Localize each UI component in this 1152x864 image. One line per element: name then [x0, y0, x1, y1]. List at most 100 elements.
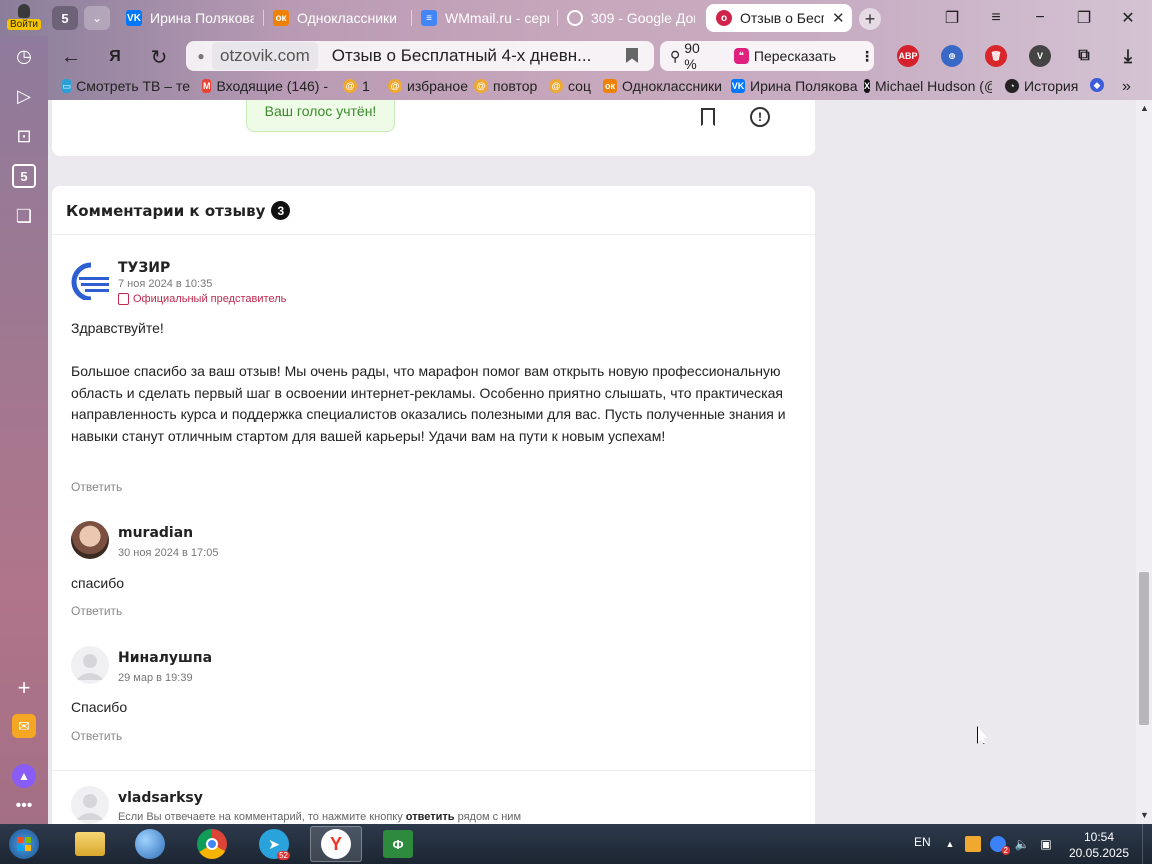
bookmark-folder-1[interactable]: @1 [343, 78, 370, 94]
minimize-icon[interactable]: − [1028, 6, 1052, 30]
more-icon[interactable]: ••• [12, 794, 36, 818]
collections-icon[interactable]: ❏ [12, 204, 36, 228]
doc-icon: ≡ [421, 10, 437, 26]
new-comment-block: vladsarksy Если Вы отвечаете на коммента… [71, 786, 811, 824]
clock[interactable]: 10:54 20.05.2025 [1066, 829, 1132, 861]
tabs-dropdown-chevron-icon[interactable]: ⌄ [84, 6, 110, 30]
user-avatar [71, 521, 109, 559]
globe-taskbar-button[interactable] [124, 826, 176, 862]
language-indicator[interactable]: EN [914, 835, 931, 849]
scrollbar-thumb[interactable] [1139, 572, 1149, 725]
explorer-taskbar-button[interactable] [64, 826, 116, 862]
address-bar[interactable]: ● otzovik.com Отзыв о Бесплатный 4-х дне… [186, 41, 654, 71]
bookmark-gmail[interactable]: M Входящие (146) - [202, 78, 328, 94]
start-button[interactable] [2, 826, 46, 862]
tab-otzovik[interactable]: o Отзыв о Беспл ✕ [706, 4, 852, 32]
show-desktop-button[interactable] [1142, 824, 1152, 864]
divider [52, 234, 815, 235]
login-button[interactable]: Войти [6, 4, 42, 34]
tab-counter[interactable]: 5 [52, 6, 78, 30]
reply-link[interactable]: Ответить [71, 480, 122, 494]
divider [52, 770, 815, 771]
close-tab-icon[interactable]: ✕ [832, 9, 845, 27]
bookmark-vk[interactable]: VK Ирина Полякова [731, 78, 858, 94]
volume-icon[interactable]: 🔈 [1014, 836, 1030, 852]
chrome-taskbar-button[interactable] [186, 826, 238, 862]
retell-button[interactable]: Пересказать [754, 48, 836, 64]
app-taskbar-button[interactable]: Ф [372, 826, 424, 862]
yandex-browser-taskbar-button[interactable]: Y [310, 826, 362, 862]
vpn-shield-icon[interactable]: V [1029, 45, 1051, 67]
yandex-icon[interactable]: Я [102, 44, 128, 70]
tab-label: 309 - Google Док [591, 10, 695, 26]
lock-icon: ● [197, 49, 205, 63]
collections-window-icon[interactable]: ❐ [940, 6, 964, 30]
download-icon[interactable]: ⤓ [1117, 45, 1139, 67]
windows-logo-icon [9, 829, 39, 859]
default-avatar-icon [71, 646, 109, 684]
bookmark-ok[interactable]: ок Одноклассники [603, 78, 722, 94]
folder-icon: @ [474, 79, 488, 93]
tab-label: Отзыв о Беспл [740, 10, 824, 26]
back-icon[interactable]: ← [58, 44, 84, 70]
reload-icon[interactable]: ↻ [146, 44, 172, 70]
telegram-taskbar-button[interactable]: ➤ 52 [248, 826, 300, 862]
mail-icon[interactable]: ✉ [12, 714, 36, 738]
bookmark-folder-repeat[interactable]: @ повтор [474, 78, 537, 94]
add-icon[interactable]: + [12, 675, 36, 700]
tab-vk[interactable]: VK Ирина Полякова [126, 4, 254, 32]
play-icon[interactable]: ▷ [12, 84, 36, 108]
clock-date: 20.05.2025 [1068, 846, 1130, 860]
gmail-icon: M [202, 79, 212, 93]
camera-icon[interactable]: ⊡ [12, 124, 36, 148]
tab-google-docs[interactable]: 309 - Google Док [567, 4, 695, 32]
reply-link[interactable]: Ответить [71, 729, 122, 743]
adblock-icon[interactable]: ABP [897, 45, 919, 67]
tray-app-icon[interactable] [965, 836, 981, 852]
zoom-icon[interactable]: ⚲ [670, 48, 680, 65]
tv-icon: ▭ [62, 79, 72, 93]
comment-item: Ниналушпа 29 мар в 19:39 Спасибо Ответит… [71, 646, 811, 746]
bookmark-extra[interactable]: ◆ [1090, 78, 1104, 92]
folder-icon [75, 832, 105, 856]
sidebar: ◷ ▷ ⊡ 5 ❏ + ✉ ▲ ••• [0, 36, 48, 824]
bookmark-tv[interactable]: ▭ Смотреть ТВ – те [62, 78, 190, 94]
bookmarks-bar: ▭ Смотреть ТВ – те M Входящие (146) - @1 @… [56, 78, 1152, 98]
history-icon[interactable]: ◷ [12, 44, 36, 68]
menu-icon[interactable]: ≡ [984, 6, 1008, 30]
tray-badge: 2 [1001, 846, 1010, 855]
tab-ok[interactable]: ок Одноклассники [273, 4, 405, 32]
bookmark-x[interactable]: X Michael Hudson (@ [864, 78, 992, 94]
bookmarks-more-chevron-icon[interactable]: » [1122, 78, 1131, 96]
zoom-level[interactable]: 90 % [684, 40, 714, 72]
bookmark-folder-favorites[interactable]: @ избраное [388, 78, 468, 94]
extensions-icon[interactable]: ⧉ [1073, 45, 1095, 67]
reply-link[interactable]: Ответить [71, 604, 122, 618]
tray-expand-icon[interactable]: ▲ [942, 836, 958, 852]
more-options-icon[interactable]: ⋮ [860, 48, 874, 65]
alice-icon[interactable]: ▲ [12, 764, 36, 788]
scroll-up-arrow-icon[interactable]: ▲ [1140, 103, 1149, 113]
page-scrollbar[interactable]: ▲ ▼ [1136, 100, 1152, 824]
bookmark-review-icon[interactable] [701, 108, 715, 126]
bookmark-icon[interactable] [626, 48, 638, 63]
comment-author[interactable]: muradian [118, 525, 193, 541]
comment-author[interactable]: Ниналушпа [118, 650, 212, 666]
globe-extension-icon[interactable]: ⊕ [941, 45, 963, 67]
otzovik-icon: o [716, 10, 732, 26]
green-app-icon: Ф [383, 830, 413, 858]
report-icon[interactable]: ! [750, 107, 770, 127]
close-window-icon[interactable]: ✕ [1116, 6, 1140, 30]
comments-count-badge: 3 [271, 201, 291, 220]
five-icon[interactable]: 5 [12, 164, 36, 188]
new-tab-button[interactable]: + [859, 8, 881, 30]
bookmark-history[interactable]: ◔ История [1005, 78, 1078, 94]
restore-icon[interactable]: ❐ [1072, 6, 1096, 30]
trash-extension-icon[interactable]: 🗑 [985, 45, 1007, 67]
network-icon[interactable]: ▣ [1038, 836, 1054, 852]
comment-author[interactable]: ТУЗИР [118, 260, 170, 276]
tray-notification-icon[interactable]: 2 [990, 836, 1010, 855]
tab-wmmail[interactable]: ≡ WMmail.ru - серв [421, 4, 549, 32]
bookmark-folder-social[interactable]: @ соц [549, 78, 591, 94]
scroll-down-arrow-icon[interactable]: ▼ [1140, 810, 1149, 820]
